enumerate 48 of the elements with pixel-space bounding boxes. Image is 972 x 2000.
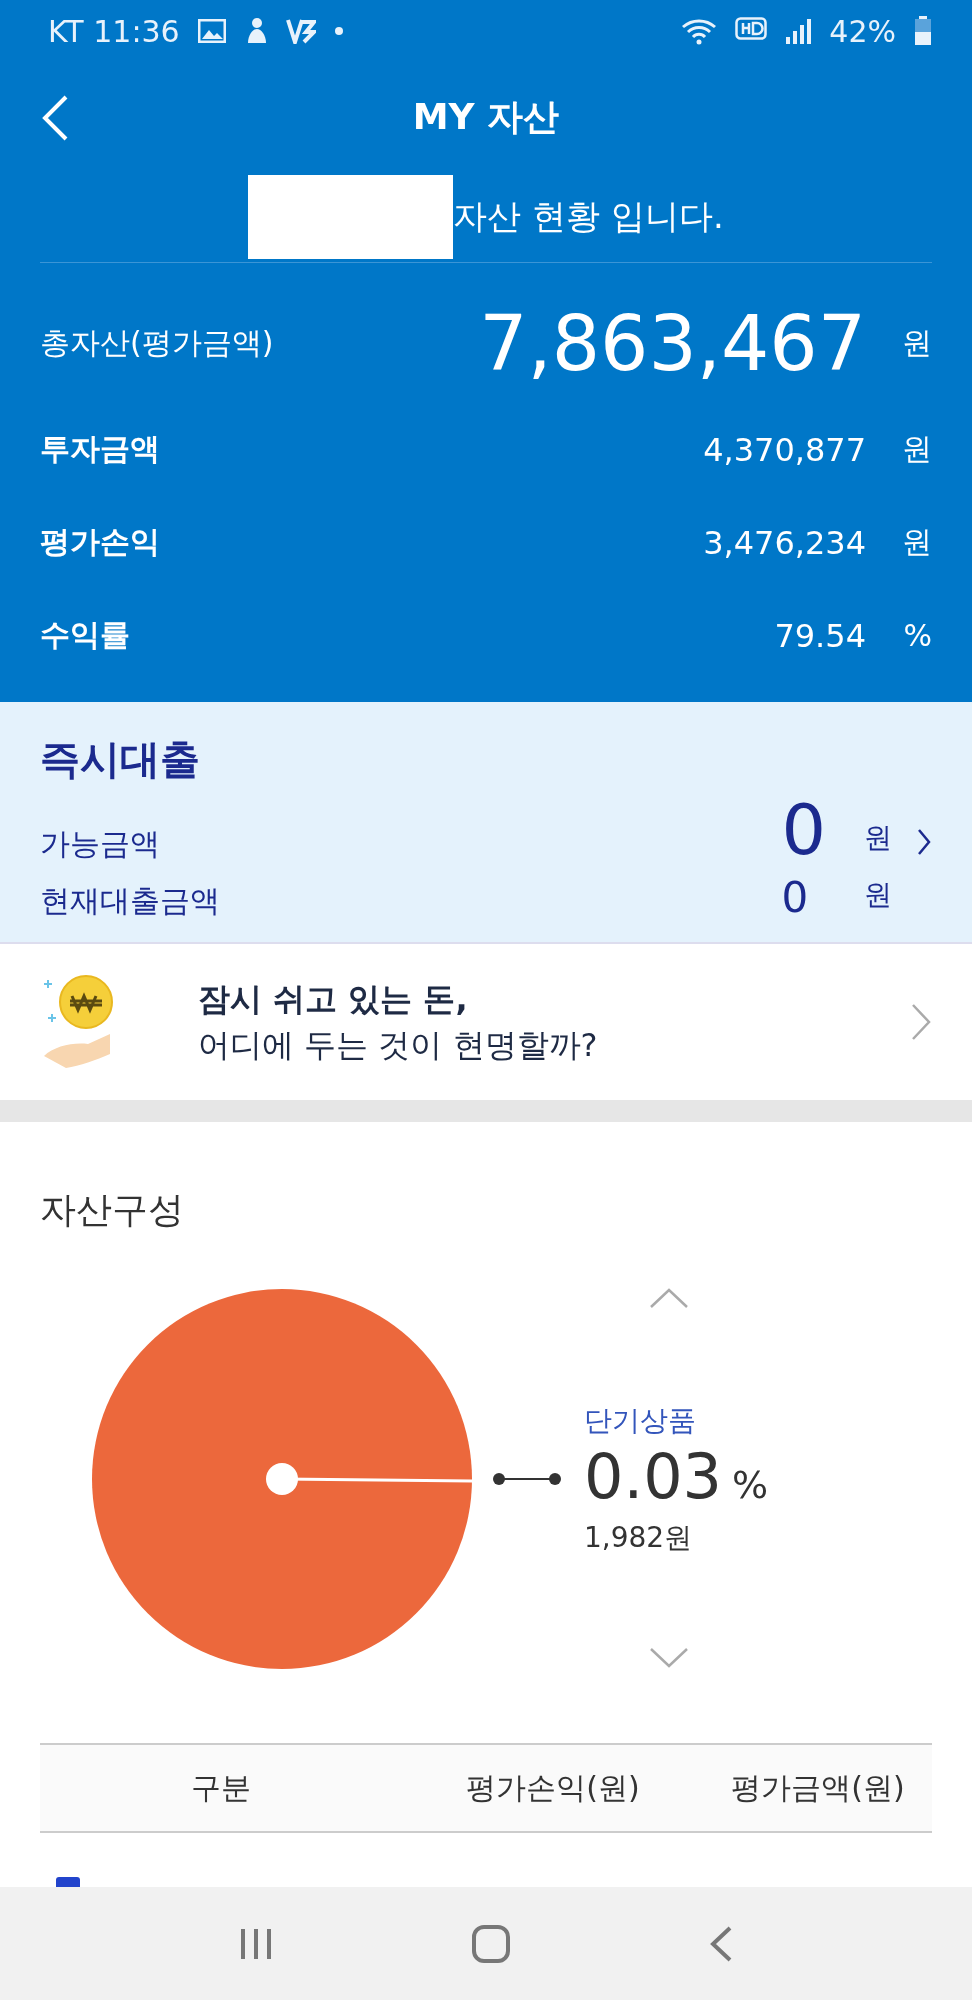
currency-unit: 원: [863, 820, 892, 856]
promo-banner[interactable]: 잠시 쉬고 있는 돈, 어디에 두는 것이 현명할까?: [0, 944, 972, 1122]
available-amount-value: 0: [781, 795, 826, 865]
subtitle: 자산 현황 입니다.: [453, 195, 724, 238]
recent-apps-icon[interactable]: [239, 1926, 273, 1961]
total-assets-label: 총자산(평가금액): [40, 323, 275, 362]
total-assets-value: 7,863,467: [479, 298, 866, 388]
carrier-time: KT 11:36: [48, 13, 180, 49]
image-icon: [197, 19, 226, 43]
summary-unit: %: [902, 618, 932, 653]
home-icon[interactable]: [471, 1923, 511, 1964]
summary-label: 수익률: [40, 616, 131, 654]
section-title: 자산구성: [39, 1188, 185, 1232]
banner-text: 어디에 두는 것이 현명할까?: [198, 1025, 599, 1066]
current-loan-label: 현재대출금액: [40, 882, 221, 920]
legend-percent: 0.03 %: [584, 1439, 769, 1513]
summary-unit: 원: [901, 523, 932, 561]
current-loan-value: 0: [781, 873, 810, 922]
v-arrow-icon: [285, 18, 316, 44]
summary-label: 평가손익: [40, 523, 161, 561]
banner-headline: 잠시 쉬고 있는 돈,: [198, 978, 469, 1020]
currency-unit: 원: [901, 323, 932, 362]
chevron-down-icon[interactable]: [649, 1647, 689, 1669]
summary-value: 4,370,877: [703, 430, 866, 469]
legend-category: 단기상품: [584, 1402, 697, 1439]
leader-line: [492, 1471, 562, 1487]
column-header: 평가손익(원): [402, 1744, 704, 1832]
dot-icon: [333, 26, 344, 36]
back-icon[interactable]: [709, 1924, 733, 1963]
legend-amount: 1,982원: [584, 1519, 694, 1556]
signal-icon: [785, 17, 812, 45]
back-icon[interactable]: [40, 94, 70, 142]
chevron-right-icon[interactable]: [916, 827, 932, 857]
summary-value: 79.54: [774, 616, 866, 655]
wifi-icon: [681, 17, 718, 45]
summary-label: 투자금액: [40, 430, 161, 468]
loan-title: 즉시대출: [40, 735, 201, 784]
battery-percent: 42%: [829, 13, 896, 49]
battery-icon: [914, 16, 932, 46]
chevron-right-icon: [910, 1002, 932, 1042]
currency-unit: 원: [863, 877, 892, 913]
page-title: MY 자산: [412, 94, 560, 139]
summary-value: 3,476,234: [703, 523, 866, 562]
chevron-up-icon[interactable]: [649, 1287, 689, 1309]
summary-unit: 원: [901, 430, 932, 468]
column-header: 평가금액(원): [704, 1744, 932, 1832]
available-amount-label: 가능금액: [40, 825, 161, 863]
column-header: 구분: [40, 1744, 402, 1832]
